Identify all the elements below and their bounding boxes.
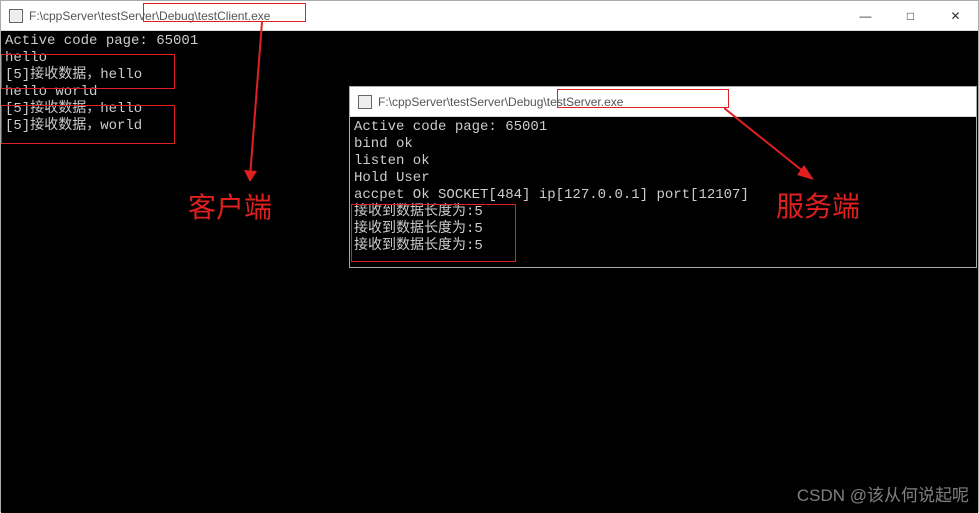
app-icon	[358, 95, 372, 109]
server-window: F:\cppServer\testServer\Debug\testServer…	[349, 86, 977, 268]
console-line: accpet Ok SOCKET[484] ip[127.0.0.1] port…	[354, 187, 749, 203]
client-titlebar[interactable]: F:\cppServer\testServer\Debug\testClient…	[1, 1, 978, 31]
console-line: 接收到数据长度为:5	[354, 204, 483, 220]
console-line: listen ok	[354, 153, 430, 169]
console-line: bind ok	[354, 136, 413, 152]
maximize-button[interactable]: □	[888, 1, 933, 30]
console-line: 接收到数据长度为:5	[354, 238, 483, 254]
console-line: Hold User	[354, 170, 430, 186]
app-icon	[9, 9, 23, 23]
server-title: F:\cppServer\testServer\Debug\testServer…	[378, 95, 623, 109]
console-line: [5]接收数据，hello	[5, 67, 142, 83]
window-buttons: — □ ✕	[843, 1, 978, 30]
console-line: Active code page: 65001	[5, 33, 198, 49]
client-title: F:\cppServer\testServer\Debug\testClient…	[29, 9, 270, 23]
close-button[interactable]: ✕	[933, 1, 978, 30]
console-line: [5]接收数据，hello	[5, 101, 142, 117]
console-line: hello world	[5, 84, 97, 100]
console-line: [5]接收数据，world	[5, 118, 142, 134]
console-line: hello	[5, 50, 47, 66]
console-line: Active code page: 65001	[354, 119, 547, 135]
console-line: 接收到数据长度为:5	[354, 221, 483, 237]
minimize-button[interactable]: —	[843, 1, 888, 30]
server-titlebar[interactable]: F:\cppServer\testServer\Debug\testServer…	[350, 87, 976, 117]
server-console[interactable]: Active code page: 65001 bind ok listen o…	[350, 117, 976, 267]
